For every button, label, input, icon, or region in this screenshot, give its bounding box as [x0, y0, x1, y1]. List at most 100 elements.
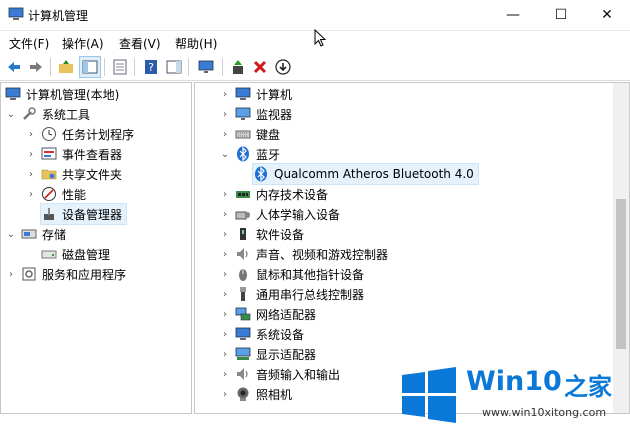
disk-icon	[41, 246, 57, 262]
svg-text:?: ?	[148, 61, 154, 74]
tree-item-device-manager[interactable]: 设备管理器	[39, 203, 128, 225]
menu-file[interactable]: 文件(F)	[9, 35, 49, 52]
mouse-cursor-icon	[314, 29, 327, 47]
update-driver-button[interactable]	[228, 57, 248, 77]
chevron-right-icon[interactable]: ›	[219, 349, 231, 360]
show-hide-action-pane-button[interactable]	[164, 57, 184, 77]
tree-label: 共享文件夹	[62, 167, 123, 182]
tree-item-system-tools[interactable]: ⌄ 系统工具	[5, 104, 90, 124]
device-category-network[interactable]: › 网络适配器	[219, 304, 316, 324]
device-category-mice[interactable]: › 鼠标和其他指针设备	[219, 264, 364, 284]
chevron-right-icon[interactable]: ›	[219, 229, 231, 240]
properties-button[interactable]	[110, 57, 130, 77]
device-label: 内存技术设备	[256, 187, 329, 202]
tree-item-root[interactable]: 计算机管理(本地)	[5, 84, 119, 104]
scan-hardware-button[interactable]	[196, 57, 216, 77]
tree-item-storage[interactable]: ⌄ 存储	[5, 224, 66, 244]
tree-item-services[interactable]: › 服务和应用程序	[5, 264, 126, 284]
chevron-right-icon[interactable]: ›	[5, 269, 17, 280]
minimize-button[interactable]: —	[490, 0, 536, 30]
storage-icon	[21, 226, 37, 242]
tree-label: 磁盘管理	[62, 247, 111, 262]
bluetooth-icon	[253, 166, 269, 182]
chevron-right-icon[interactable]: ›	[219, 329, 231, 340]
chevron-right-icon[interactable]: ›	[25, 189, 37, 200]
tree-item-shared-folders[interactable]: › 共享文件夹	[25, 164, 122, 184]
up-folder-button[interactable]	[56, 57, 76, 77]
chevron-right-icon[interactable]: ›	[219, 189, 231, 200]
menu-action[interactable]: 操作(A)	[62, 35, 104, 52]
device-category-display[interactable]: › 显示适配器	[219, 344, 316, 364]
tree-item-disk-management[interactable]: 磁盘管理	[41, 244, 110, 264]
device-label: 鼠标和其他指针设备	[256, 267, 365, 282]
toolbar: ?	[0, 54, 630, 81]
usb-icon	[235, 286, 251, 302]
help-button[interactable]: ?	[141, 57, 161, 77]
chevron-right-icon[interactable]: ›	[219, 369, 231, 380]
camera-icon	[235, 386, 251, 402]
watermark-brand-suffix: 之家	[564, 373, 612, 401]
tree-item-performance[interactable]: › 性能	[25, 184, 86, 204]
chevron-right-icon[interactable]: ›	[219, 269, 231, 280]
tree-item-task-scheduler[interactable]: › 任务计划程序	[25, 124, 134, 144]
chevron-right-icon[interactable]: ›	[219, 249, 231, 260]
forward-arrow-icon	[30, 62, 42, 72]
chevron-right-icon[interactable]: ›	[25, 169, 37, 180]
chevron-right-icon[interactable]: ›	[219, 129, 231, 140]
device-manager-icon	[41, 206, 57, 222]
chevron-down-icon[interactable]: ⌄	[5, 229, 17, 240]
scroll-thumb[interactable]	[616, 199, 626, 349]
close-button[interactable]: ✕	[584, 0, 630, 30]
device-category-audio-io[interactable]: › 音频输入和输出	[219, 364, 340, 384]
chevron-down-icon[interactable]: ⌄	[219, 149, 231, 160]
chevron-down-icon[interactable]: ⌄	[5, 109, 17, 120]
disable-device-button[interactable]	[273, 57, 293, 77]
tree-label: 设备管理器	[62, 207, 123, 222]
tree-label: 存储	[42, 227, 67, 242]
device-label: 显示适配器	[256, 347, 317, 362]
up-folder-icon	[59, 60, 73, 73]
mouse-icon	[235, 266, 251, 282]
device-category-software[interactable]: › 软件设备	[219, 224, 304, 244]
chevron-right-icon[interactable]: ›	[25, 149, 37, 160]
tree-item-event-viewer[interactable]: › 事件查看器	[25, 144, 122, 164]
device-label: 网络适配器	[256, 307, 317, 322]
device-category-computer[interactable]: › 计算机	[219, 84, 292, 104]
title-bar: 计算机管理 — ☐ ✕	[0, 0, 630, 31]
device-category-cameras[interactable]: › 照相机	[219, 384, 292, 404]
menu-view[interactable]: 查看(V)	[119, 35, 161, 52]
console-tree-pane: 计算机管理(本地) ⌄ 系统工具 › 任务计划程序 › 事件查看器 › 共享文件…	[0, 82, 192, 414]
device-category-monitors[interactable]: › 监视器	[219, 104, 292, 124]
device-label: 音频输入和输出	[256, 367, 341, 382]
chevron-right-icon[interactable]: ›	[219, 209, 231, 220]
window-title: 计算机管理	[28, 9, 89, 23]
device-item-bt-adapter[interactable]: Qualcomm Atheros Bluetooth 4.0	[252, 163, 479, 185]
device-label: 人体学输入设备	[256, 207, 341, 222]
device-label: 计算机	[256, 87, 293, 102]
monitor-scan-icon	[198, 60, 214, 73]
device-category-sound[interactable]: › 声音、视频和游戏控制器	[219, 244, 388, 264]
device-label: 声音、视频和游戏控制器	[256, 247, 389, 262]
tools-icon	[21, 106, 37, 122]
device-category-usb[interactable]: › 通用串行总线控制器	[219, 284, 364, 304]
maximize-button[interactable]: ☐	[538, 0, 584, 30]
menu-help[interactable]: 帮助(H)	[175, 35, 217, 52]
chevron-right-icon[interactable]: ›	[25, 129, 37, 140]
speaker-icon	[235, 246, 251, 262]
device-category-bluetooth[interactable]: ⌄ 蓝牙	[219, 144, 280, 164]
show-hide-tree-button[interactable]	[79, 56, 101, 78]
chevron-right-icon[interactable]: ›	[219, 109, 231, 120]
back-button[interactable]	[4, 57, 24, 77]
device-category-system[interactable]: › 系统设备	[219, 324, 304, 344]
device-category-memory-tech[interactable]: › 内存技术设备	[219, 184, 328, 204]
chevron-right-icon[interactable]: ›	[219, 309, 231, 320]
update-driver-icon	[233, 60, 243, 74]
chevron-right-icon[interactable]: ›	[219, 289, 231, 300]
chevron-right-icon[interactable]: ›	[219, 89, 231, 100]
device-category-keyboards[interactable]: › 键盘	[219, 124, 280, 144]
device-label: 通用串行总线控制器	[256, 287, 365, 302]
chevron-right-icon[interactable]: ›	[219, 389, 231, 400]
forward-button[interactable]	[26, 57, 46, 77]
uninstall-device-button[interactable]	[250, 57, 270, 77]
device-category-hid[interactable]: › 人体学输入设备	[219, 204, 340, 224]
